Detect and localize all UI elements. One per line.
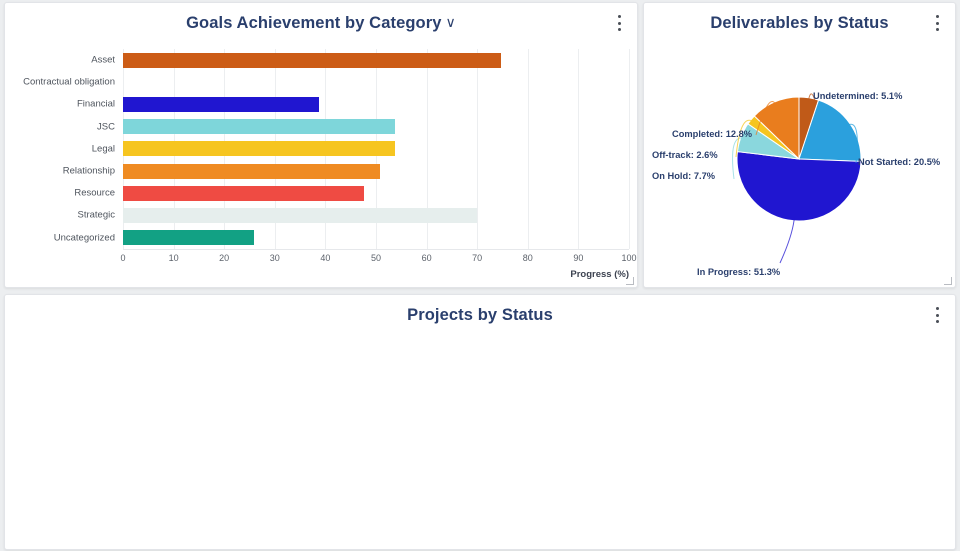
bar-row[interactable]: Contractual obligation: [23, 71, 629, 93]
deliverables-card-title: Deliverables by Status: [710, 14, 889, 32]
x-tick-label: 80: [522, 253, 533, 263]
deliverables-pie-chart: Undetermined: 5.1% Not Started: 20.5% In P…: [644, 39, 955, 287]
pie-leader-line: [779, 216, 795, 264]
pie-slice-label: Off-track: 2.6%: [652, 150, 718, 160]
bar-category-label: Asset: [91, 54, 115, 66]
kebab-menu-icon[interactable]: [612, 15, 626, 31]
x-tick-label: 100: [621, 253, 637, 263]
bar-row[interactable]: Relationship: [63, 160, 629, 182]
bar-row[interactable]: Uncategorized: [54, 227, 629, 249]
goals-card-title-text: Goals Achievement by Category: [186, 14, 442, 32]
bar-row[interactable]: Strategic: [78, 204, 629, 226]
bar-category-label: Strategic: [77, 209, 116, 221]
bar-fill[interactable]: [123, 52, 502, 68]
x-tick-label: 10: [168, 253, 179, 263]
bar-row[interactable]: JSC: [97, 116, 629, 138]
bar-category-label: Relationship: [62, 165, 115, 177]
grid-line: [629, 49, 630, 249]
bar-fill[interactable]: [123, 207, 478, 223]
bar-category-label: Contractual obligation: [23, 76, 115, 88]
chevron-down-icon[interactable]: ∨: [446, 14, 456, 31]
x-tick-label: 90: [573, 253, 584, 263]
bar-fill[interactable]: [123, 141, 396, 157]
bar-category-label: JSC: [97, 121, 115, 133]
bar-category-label: Financial: [76, 98, 115, 110]
resize-handle[interactable]: [626, 277, 634, 285]
resize-handle[interactable]: [944, 277, 952, 285]
deliverables-status-card: Deliverables by Status Undetermined: 5.1…: [643, 2, 956, 288]
projects-status-card: Projects by Status ProjectProject Manage…: [4, 294, 956, 550]
bar-row[interactable]: Asset: [91, 49, 629, 71]
bar-category-label: Legal: [91, 143, 115, 155]
x-tick-label: 0: [120, 253, 126, 263]
pie-slice-label: Not Started: 20.5%: [858, 157, 941, 167]
pie-slice-label: On Hold: 7.7%: [652, 171, 716, 181]
projects-card-title: Projects by Status: [407, 306, 553, 324]
bar-fill[interactable]: [123, 96, 319, 112]
goals-achievement-card: Goals Achievement by Category ∨ Asset Cont…: [4, 2, 638, 288]
goals-card-title: Goals Achievement by Category ∨: [5, 3, 637, 33]
x-axis-line: [123, 249, 629, 250]
kebab-menu-icon[interactable]: [930, 307, 944, 323]
bar-fill[interactable]: [123, 163, 381, 179]
bar-category-label: Resource: [74, 187, 115, 199]
x-axis-title: Progress (%): [570, 269, 629, 280]
x-tick-label: 60: [421, 253, 432, 263]
x-tick-label: 70: [472, 253, 483, 263]
goals-bar-chart: Asset Contractual obligation Financial JSC L…: [5, 43, 637, 283]
x-tick-label: 50: [370, 253, 382, 263]
bar-row[interactable]: Resource: [74, 182, 629, 204]
pie-slice-label: Completed: 12.8%: [672, 129, 753, 139]
kebab-menu-icon[interactable]: [930, 15, 944, 31]
pie-slice-label: Undetermined: 5.1%: [813, 91, 903, 101]
pie-slice[interactable]: [736, 151, 862, 222]
pie-slice-label: In Progress: 51.3%: [697, 267, 781, 277]
x-tick-label: 30: [269, 253, 280, 263]
x-tick-label: 20: [219, 253, 230, 263]
bar-rows: Asset Contractual obligation Financial JSC L…: [23, 49, 630, 249]
x-tick-label: 40: [320, 253, 331, 263]
bar-fill[interactable]: [123, 185, 364, 201]
bar-category-label: Uncategorized: [53, 232, 115, 244]
bar-row[interactable]: Financial: [77, 93, 629, 115]
bar-fill[interactable]: [123, 230, 255, 246]
bar-fill[interactable]: [123, 119, 396, 135]
bar-row[interactable]: Legal: [92, 138, 629, 160]
